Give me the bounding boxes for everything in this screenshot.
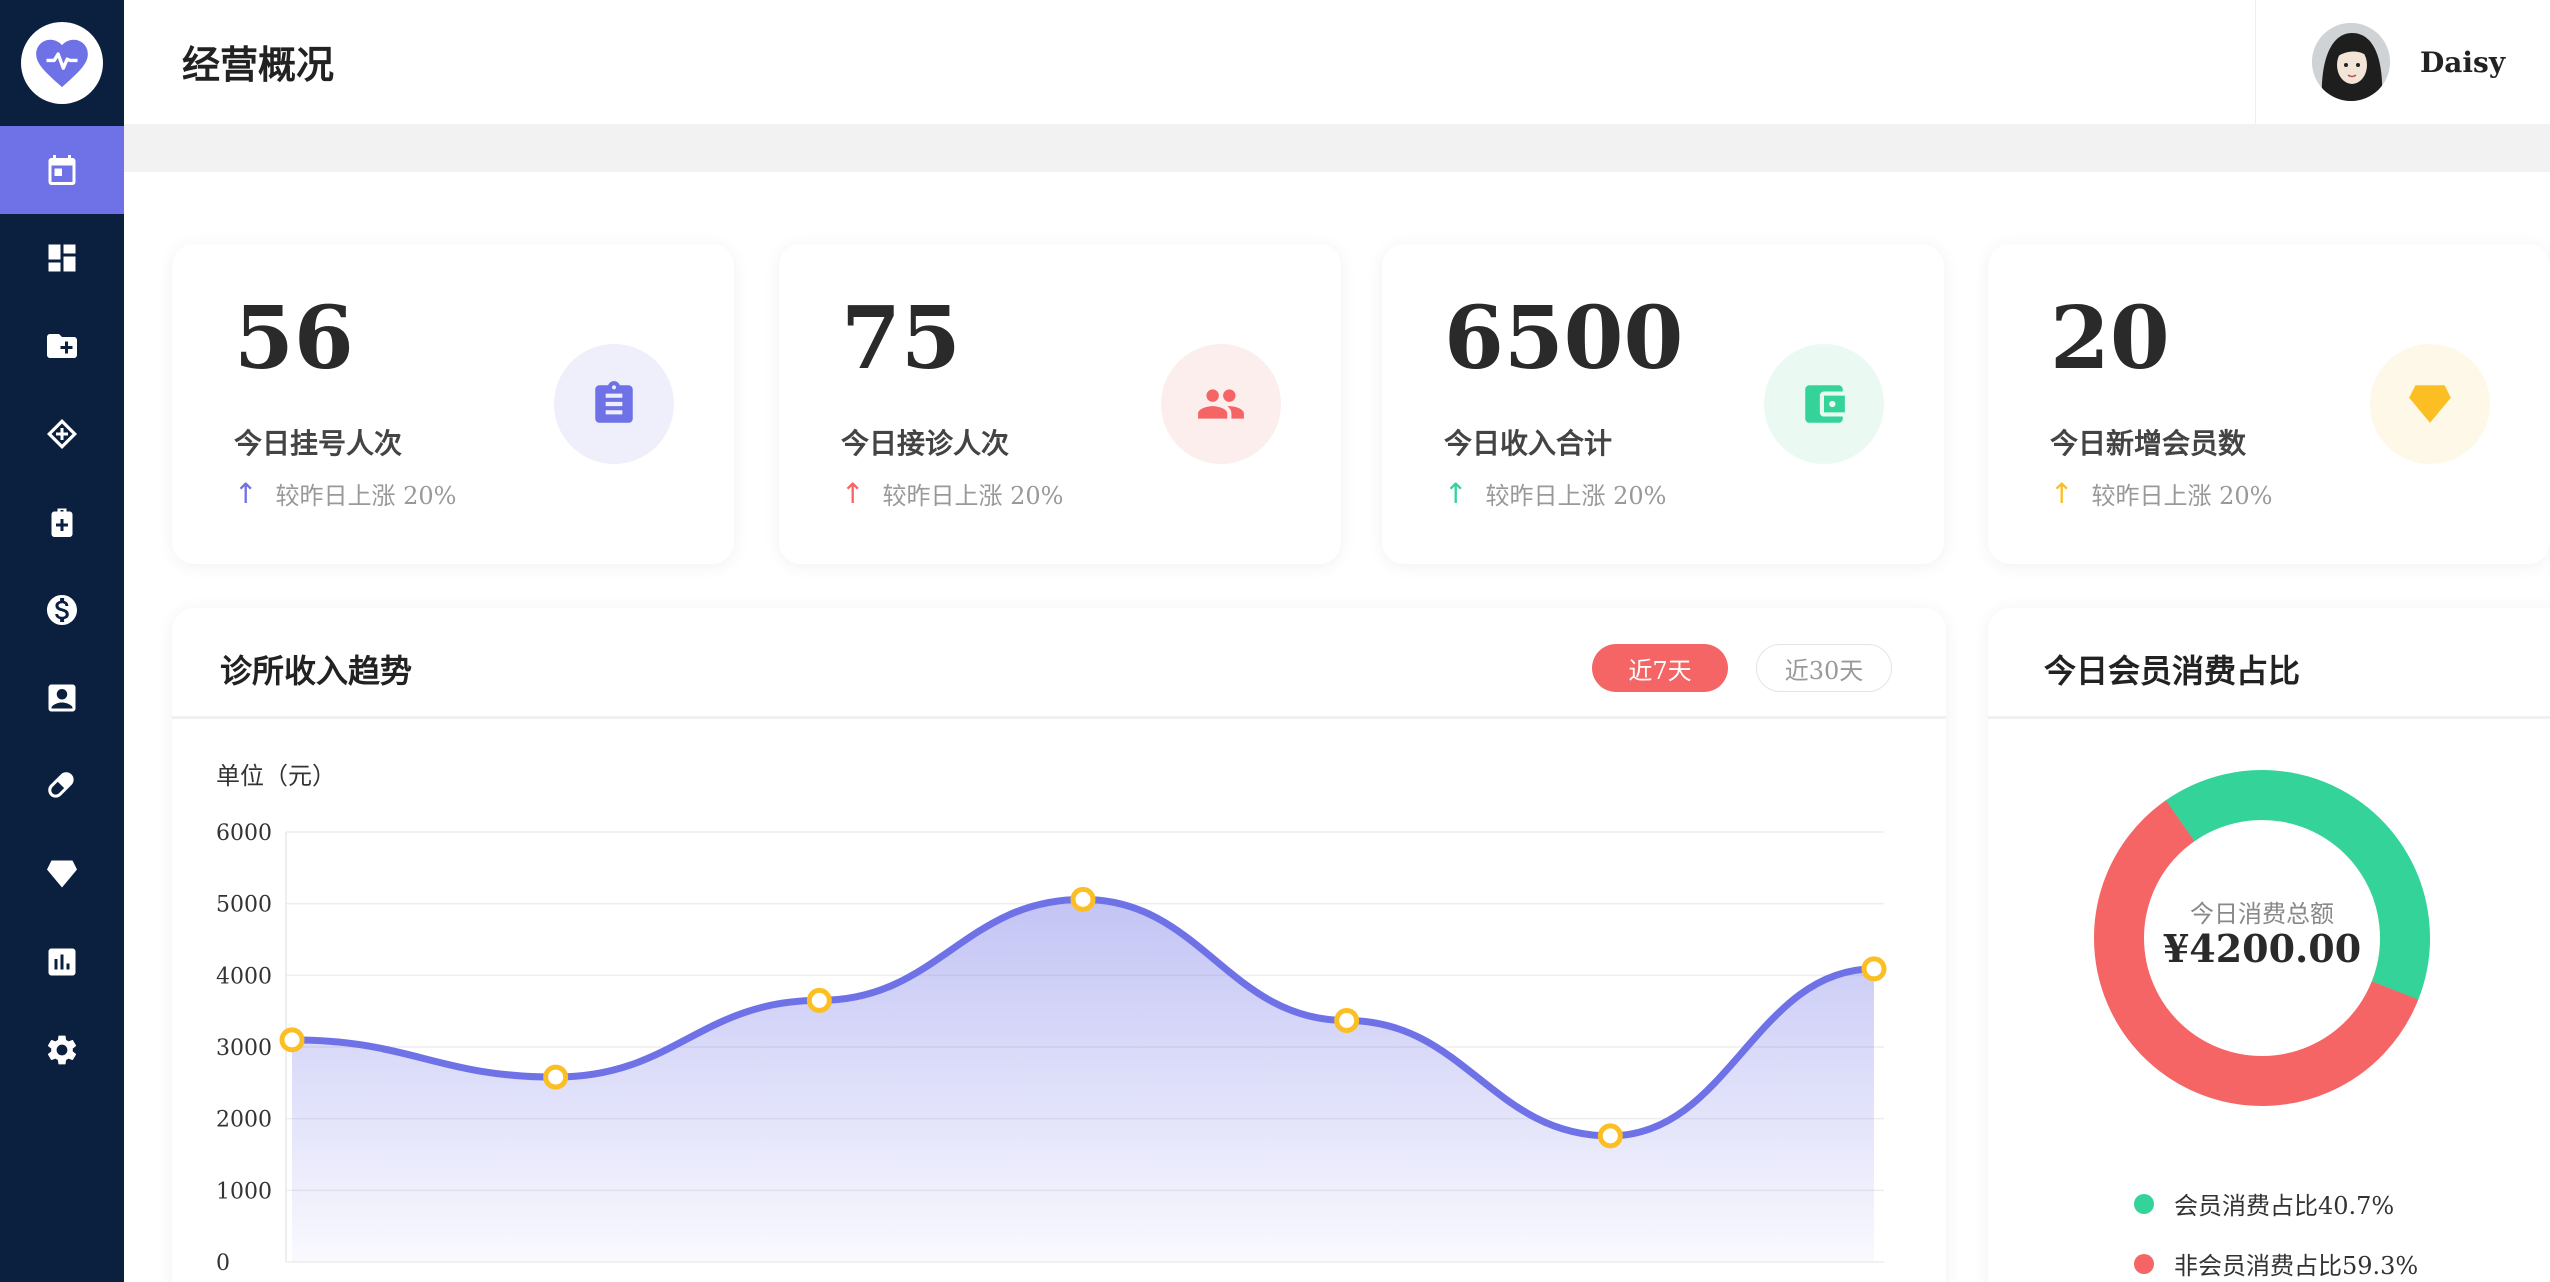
legend-dot (2134, 1193, 2154, 1214)
people-icon (1161, 344, 1281, 464)
user-name: Daisy (2420, 45, 2506, 79)
sidebar-item-gear[interactable] (0, 1006, 124, 1094)
arrow-up-icon: ↑ (841, 477, 865, 510)
legend-dot (2134, 1253, 2154, 1274)
medical-kit-icon (51, 508, 73, 537)
avatar[interactable] (2312, 23, 2390, 101)
clipboard-icon (554, 344, 674, 464)
data-point (1070, 886, 1096, 912)
arrow-up-icon: ↑ (2050, 477, 2074, 510)
y-tick-label: 0 (216, 1251, 230, 1276)
bar-chart-icon (48, 948, 76, 976)
legend-item[interactable]: 非会员消费占比59.3% (2134, 1246, 2418, 1281)
y-tick-label: 1000 (216, 1179, 272, 1204)
data-point (806, 987, 832, 1013)
sidebar-item-calendar[interactable] (0, 126, 124, 214)
sidebar-item-contact-card[interactable] (0, 654, 124, 742)
y-tick-label: 5000 (216, 893, 272, 918)
stat-delta-text: 较昨日上涨 20% (1485, 482, 1667, 510)
sidebar-item-bar-chart[interactable] (0, 918, 124, 1006)
data-point (1597, 1123, 1623, 1149)
stat-card-income: 6500 今日收入合计 ↑ 较昨日上涨 20% (1382, 244, 1944, 564)
folder-add-icon (47, 334, 77, 358)
ticket-icon (47, 419, 77, 449)
diamond-icon (2370, 344, 2490, 464)
header: 经营概况 Daisy (124, 0, 2550, 124)
contact-card-icon (48, 684, 76, 712)
card-divider (1988, 716, 2550, 719)
stat-delta-text: 较昨日上涨 20% (275, 482, 457, 510)
income-trend-card: 诊所收入趋势 近7天 近30天 单位（元） 0 1000 2000 3000 4000 5… (172, 608, 1946, 1282)
dollar-icon (47, 595, 77, 625)
y-tick-label: 3000 (216, 1036, 272, 1061)
legend-label: 会员消费占比40.7% (2174, 1192, 2395, 1220)
stat-label: 今日收入合计 (1444, 427, 1613, 460)
sidebar-item-diamond[interactable] (0, 830, 124, 918)
donut-center-label: 今日消费总额 (2190, 900, 2334, 928)
sidebar-item-dollar[interactable] (0, 566, 124, 654)
sidebar (0, 0, 124, 1282)
sidebar-item-dashboard[interactable] (0, 214, 124, 302)
stat-card-consultations: 75 今日接诊人次 ↑ 较昨日上涨 20% (779, 244, 1341, 564)
member-consumption-title: 今日会员消费占比 (2044, 652, 2301, 690)
stat-delta-text: 较昨日上涨 20% (882, 482, 1064, 510)
wallet-icon (1764, 344, 1884, 464)
calendar-icon (48, 155, 76, 185)
page-gutter (124, 124, 2550, 172)
legend-label: 非会员消费占比59.3% (2174, 1252, 2419, 1280)
arrow-up-icon: ↑ (234, 477, 258, 510)
stat-delta: ↑ 较昨日上涨 20% (234, 476, 456, 511)
sidebar-item-pill[interactable] (0, 742, 124, 830)
user-menu[interactable]: Daisy (2255, 0, 2550, 124)
data-point (1334, 1007, 1360, 1033)
heart-pulse-icon (21, 22, 103, 104)
stat-label: 今日接诊人次 (841, 427, 1010, 460)
stat-label: 今日挂号人次 (234, 427, 403, 460)
stat-label: 今日新增会员数 (2050, 427, 2247, 460)
y-tick-label: 2000 (216, 1108, 272, 1133)
y-tick-label: 4000 (216, 964, 272, 989)
data-point (279, 1027, 305, 1053)
y-tick-label: 6000 (216, 821, 272, 846)
sidebar-item-ticket[interactable] (0, 390, 124, 478)
sidebar-item-medical-kit[interactable] (0, 478, 124, 566)
page-title: 经营概况 (182, 42, 335, 87)
stat-value: 56 (234, 288, 354, 389)
stat-value: 6500 (1444, 288, 1684, 389)
sidebar-item-folder-add[interactable] (0, 302, 124, 390)
logo (0, 0, 124, 126)
diamond-icon (47, 860, 77, 888)
income-area (292, 899, 1874, 1262)
stat-delta: ↑ 较昨日上涨 20% (2050, 476, 2272, 511)
member-consumption-card: 今日会员消费占比 今日消费总额 ¥4200.00 会员消费占比40.7% 非会员消… (1988, 608, 2550, 1282)
donut-center-value: ¥4200.00 (2162, 926, 2362, 971)
gear-icon (47, 1035, 77, 1065)
stat-value: 75 (841, 288, 961, 389)
data-point (543, 1064, 569, 1090)
stat-card-new-members: 20 今日新增会员数 ↑ 较昨日上涨 20% (1988, 244, 2550, 564)
stat-card-registrations: 56 今日挂号人次 ↑ 较昨日上涨 20% (172, 244, 734, 564)
legend-item[interactable]: 会员消费占比40.7% (2134, 1186, 2394, 1221)
stat-delta-text: 较昨日上涨 20% (2091, 482, 2273, 510)
pill-icon (48, 772, 74, 798)
stat-delta: ↑ 较昨日上涨 20% (841, 476, 1063, 511)
data-point (1861, 956, 1887, 982)
arrow-up-icon: ↑ (1444, 477, 1468, 510)
stat-value: 20 (2050, 288, 2170, 389)
stat-delta: ↑ 较昨日上涨 20% (1444, 476, 1666, 511)
income-trend-chart: 0 1000 2000 3000 4000 5000 6000 (216, 821, 1887, 1276)
dashboard-icon (48, 244, 76, 272)
